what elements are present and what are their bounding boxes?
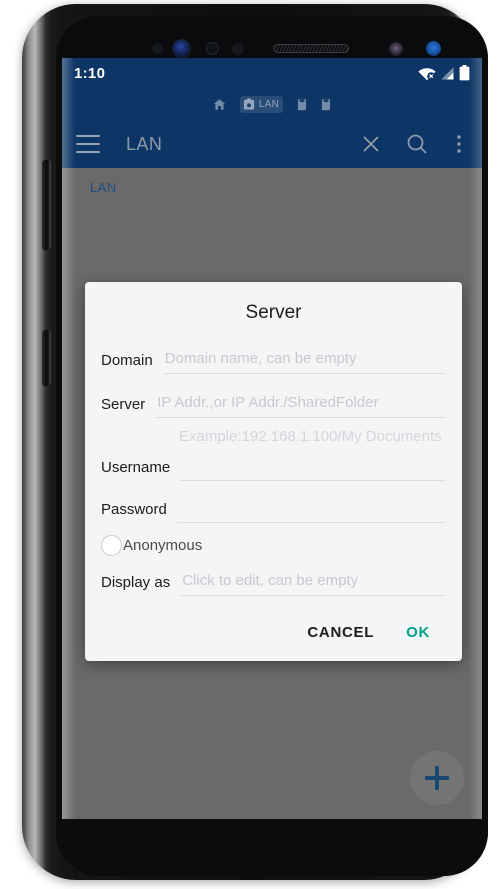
- anonymous-label: Anonymous: [123, 537, 203, 554]
- domain-field[interactable]: Domain name, can be empty: [162, 346, 446, 374]
- cancel-button[interactable]: CANCEL: [297, 618, 384, 647]
- server-hint: Example:192.168.1.100/My Documents: [179, 428, 442, 445]
- username-label: Username: [101, 459, 171, 476]
- field-row-display-as: Display as Click to edit, can be empty: [85, 568, 462, 596]
- anonymous-row[interactable]: Anonymous: [85, 529, 462, 560]
- field-row-domain: Domain Domain name, can be empty: [85, 346, 462, 374]
- server-dialog: Server Domain Domain name, can be empty …: [85, 282, 462, 661]
- iris-camera-icon: [426, 41, 441, 56]
- field-row-password: Password: [85, 497, 462, 523]
- assistant-button[interactable]: [42, 330, 51, 386]
- ok-button[interactable]: OK: [396, 618, 440, 647]
- dialog-title: Server: [245, 302, 302, 323]
- display-as-field[interactable]: Click to edit, can be empty: [180, 568, 446, 596]
- username-field[interactable]: [180, 455, 446, 481]
- phone-device-frame: 1:10 LAN LAN LAN Server Domain Domain na…: [22, 4, 488, 880]
- volume-button[interactable]: [42, 160, 51, 250]
- phone-screen: 1:10 LAN LAN LAN Server Domain Domain na…: [62, 58, 482, 819]
- password-label: Password: [101, 501, 167, 518]
- led-indicator-icon: [389, 42, 403, 56]
- front-sensor-row: [56, 16, 488, 58]
- field-row-server: Server IP Addr.,or IP Addr./SharedFolder: [85, 390, 462, 418]
- dialog-actions: CANCEL OK: [85, 600, 462, 653]
- display-as-label: Display as: [101, 574, 171, 591]
- password-field[interactable]: [176, 497, 446, 523]
- light-sensor-icon: [232, 43, 244, 55]
- server-label: Server: [101, 396, 146, 413]
- iris-sensor-icon: [206, 42, 219, 55]
- device-bottom-chin: [56, 819, 488, 876]
- front-camera-icon: [173, 40, 190, 57]
- proximity-sensor-icon: [152, 43, 163, 54]
- earpiece-speaker-icon: [273, 44, 349, 53]
- anonymous-checkbox[interactable]: [101, 535, 122, 556]
- domain-label: Domain: [101, 352, 153, 369]
- server-field[interactable]: IP Addr.,or IP Addr./SharedFolder: [155, 390, 446, 418]
- field-row-username: Username: [85, 455, 462, 481]
